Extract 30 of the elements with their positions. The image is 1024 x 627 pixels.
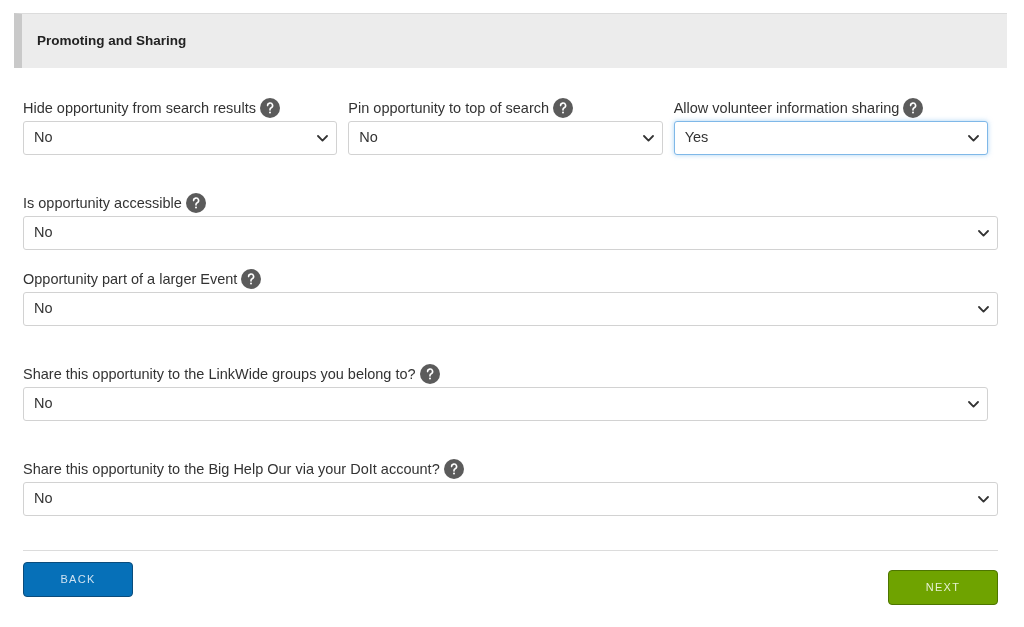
chevron-down-icon — [978, 495, 989, 503]
help-icon[interactable] — [259, 98, 280, 118]
help-icon[interactable] — [419, 364, 440, 384]
dropdown[interactable]: No — [23, 292, 998, 326]
dropdown[interactable]: No — [348, 121, 663, 155]
field-label: Opportunity part of a larger Event — [23, 270, 238, 289]
field-label: Is opportunity accessible — [23, 194, 182, 213]
field-label: Allow volunteer information sharing — [673, 99, 900, 118]
chevron-down-icon — [978, 305, 989, 313]
field-label: Share this opportunity to the LinkWide groups you belong to? — [23, 365, 416, 384]
chevron-down-icon — [978, 229, 989, 237]
help-icon[interactable] — [443, 459, 464, 479]
field-label: Pin opportunity to top of search — [348, 99, 550, 118]
help-icon[interactable] — [903, 98, 924, 118]
dropdown[interactable]: No — [23, 216, 998, 250]
help-icon[interactable] — [241, 269, 262, 289]
chevron-down-icon — [317, 134, 329, 142]
help-icon[interactable] — [185, 193, 206, 213]
chevron-down-icon — [642, 134, 654, 142]
field-label: Hide opportunity from search results — [23, 99, 256, 118]
help-icon[interactable] — [553, 98, 574, 118]
dropdown[interactable]: No — [23, 121, 338, 155]
dropdown[interactable]: Yes — [673, 121, 988, 155]
field-label: Share this opportunity to the Big Help Our via your DoIt account? — [23, 460, 440, 479]
dropdown[interactable]: No — [23, 387, 988, 421]
chevron-down-icon — [968, 400, 979, 408]
chevron-down-icon — [968, 134, 979, 142]
dropdown[interactable]: No — [23, 482, 998, 516]
section-title: Promoting and Sharing — [37, 32, 187, 50]
back-button[interactable]: BACK — [23, 562, 133, 597]
